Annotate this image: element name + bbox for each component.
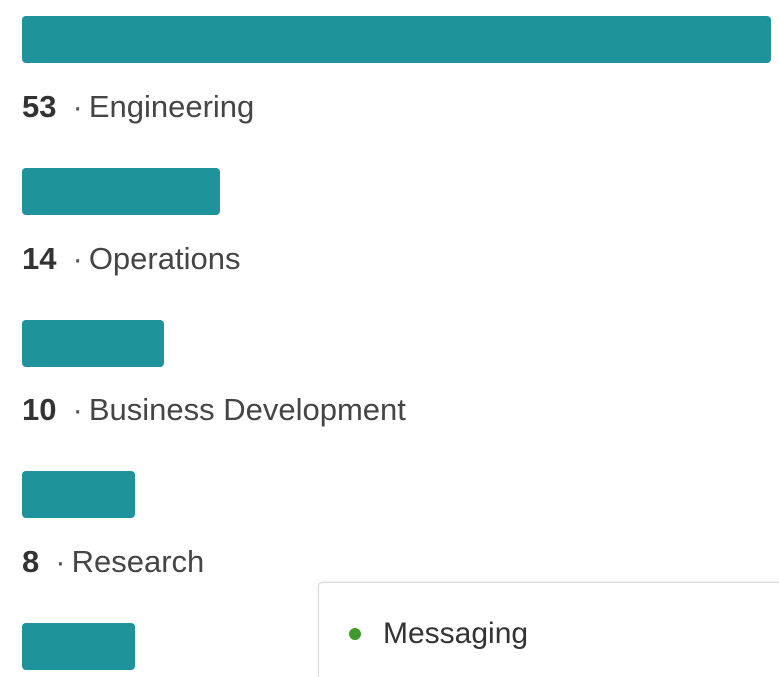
messaging-panel[interactable]: Messaging xyxy=(318,582,779,677)
messaging-header[interactable]: Messaging xyxy=(349,617,528,651)
department-count: 53 xyxy=(22,89,57,124)
department-bar-business-development xyxy=(22,320,164,367)
department-name: Business Development xyxy=(88,392,406,427)
messaging-label: Messaging xyxy=(383,617,529,650)
department-name: Research xyxy=(71,544,205,579)
department-label-research[interactable]: 8 · Research xyxy=(22,542,204,582)
department-bar-research xyxy=(22,471,135,518)
department-breakdown: 53 · Engineering 14 · Operations 10 · Bu… xyxy=(0,0,779,677)
separator-dot: · xyxy=(55,544,66,579)
department-label-engineering[interactable]: 53 · Engineering xyxy=(22,87,254,127)
department-name: Engineering xyxy=(88,89,255,124)
separator-dot: · xyxy=(72,89,83,124)
department-bar-operations xyxy=(22,168,220,215)
department-name: Operations xyxy=(88,241,241,276)
online-dot-icon xyxy=(349,628,361,640)
department-label-business-development[interactable]: 10 · Business Development xyxy=(22,390,406,430)
department-bar-engineering xyxy=(22,16,771,63)
department-count: 14 xyxy=(22,241,57,276)
department-bar-partial xyxy=(22,623,135,670)
separator-dot: · xyxy=(72,392,83,427)
department-count: 8 xyxy=(22,544,40,579)
department-label-operations[interactable]: 14 · Operations xyxy=(22,239,240,279)
department-count: 10 xyxy=(22,392,57,427)
separator-dot: · xyxy=(72,241,83,276)
